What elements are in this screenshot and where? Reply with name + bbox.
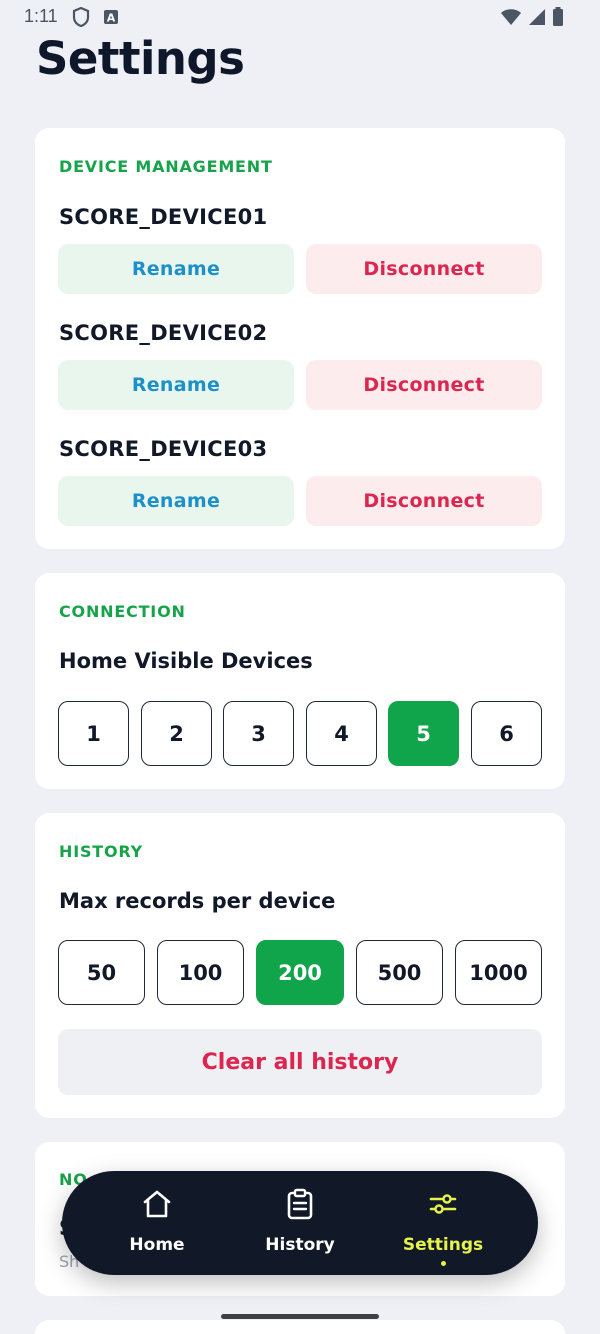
page-title: Settings — [36, 32, 245, 85]
svg-text:A: A — [107, 12, 116, 25]
nav-settings[interactable]: Settings — [378, 1171, 508, 1275]
section-label-device-management: DEVICE MANAGEMENT — [59, 157, 273, 176]
status-time: 1:11 — [24, 6, 58, 26]
device-name: SCORE_DEVICE02 — [59, 321, 268, 345]
device-management-card: DEVICE MANAGEMENT SCORE_DEVICE01 Rename … — [35, 128, 565, 549]
max-records-option[interactable]: 100 — [157, 940, 244, 1005]
signal-icon — [528, 8, 546, 30]
rename-button[interactable]: Rename — [58, 476, 294, 526]
device-name: SCORE_DEVICE03 — [59, 437, 268, 461]
max-records-option[interactable]: 500 — [356, 940, 443, 1005]
visible-devices-option[interactable]: 2 — [141, 701, 212, 766]
section-label-history: HISTORY — [59, 842, 144, 861]
nav-settings-label: Settings — [402, 1235, 484, 1255]
rename-button[interactable]: Rename — [58, 244, 294, 294]
nav-home-label: Home — [129, 1235, 185, 1255]
visible-devices-option[interactable]: 6 — [471, 701, 542, 766]
nav-home[interactable]: Home — [92, 1171, 222, 1275]
status-bar: 1:11 A — [0, 0, 600, 34]
max-records-option[interactable]: 1000 — [455, 940, 542, 1005]
max-records-heading: Max records per device — [59, 889, 336, 913]
next-card — [35, 1320, 565, 1334]
bottom-nav: Home History Settings — [62, 1171, 538, 1275]
home-visible-devices-heading: Home Visible Devices — [59, 649, 313, 673]
connection-card: CONNECTION Home Visible Devices 1 2 3 4 … — [35, 573, 565, 789]
wifi-icon — [500, 8, 522, 30]
active-indicator-dot — [440, 1261, 446, 1266]
clipboard-icon — [286, 1187, 314, 1221]
battery-icon — [552, 7, 564, 31]
visible-devices-option[interactable]: 4 — [306, 701, 377, 766]
disconnect-button[interactable]: Disconnect — [306, 244, 542, 294]
device-name: SCORE_DEVICE01 — [59, 205, 268, 229]
disconnect-button[interactable]: Disconnect — [306, 360, 542, 410]
nav-history-label: History — [265, 1235, 335, 1255]
home-indicator[interactable] — [221, 1314, 379, 1319]
visible-devices-option[interactable]: 1 — [58, 701, 129, 766]
shield-icon — [72, 6, 90, 31]
disconnect-button[interactable]: Disconnect — [306, 476, 542, 526]
max-records-option[interactable]: 50 — [58, 940, 145, 1005]
visible-devices-option[interactable]: 3 — [223, 701, 294, 766]
nav-history[interactable]: History — [235, 1171, 365, 1275]
sliders-icon — [428, 1187, 458, 1221]
home-icon — [141, 1187, 173, 1221]
rename-button[interactable]: Rename — [58, 360, 294, 410]
a-icon: A — [103, 9, 119, 29]
visible-devices-option-selected[interactable]: 5 — [388, 701, 459, 766]
max-records-option-selected[interactable]: 200 — [256, 940, 344, 1005]
clear-all-history-button[interactable]: Clear all history — [58, 1029, 542, 1095]
history-card: HISTORY Max records per device 50 100 20… — [35, 813, 565, 1118]
section-label-connection: CONNECTION — [59, 602, 186, 621]
